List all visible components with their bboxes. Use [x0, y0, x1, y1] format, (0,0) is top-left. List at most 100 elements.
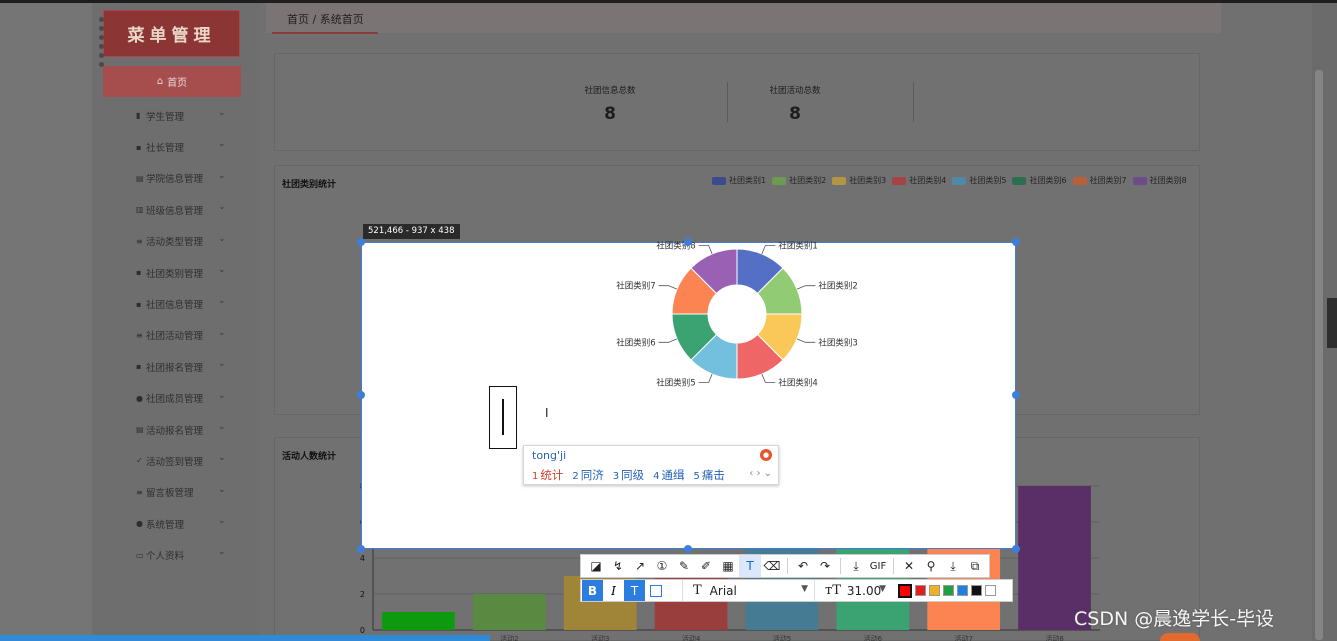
scrollbar-thumb[interactable]	[1315, 70, 1323, 640]
legend-item[interactable]: 社团类别7	[1072, 175, 1127, 186]
breadcrumb[interactable]: 首页 / 系统首页	[287, 11, 364, 27]
page-scrollbar[interactable]	[1312, 3, 1337, 641]
pie-label-line	[658, 338, 678, 343]
gif-button[interactable]: GIF	[867, 555, 889, 577]
chevron-down-icon: ⌄	[218, 516, 226, 527]
resize-handle[interactable]	[357, 545, 365, 553]
legend-item[interactable]: 社团类别3	[832, 175, 886, 186]
ime-candidate[interactable]: 4 通缉	[653, 467, 684, 483]
color-swatch[interactable]	[943, 585, 954, 596]
polyline-tool-icon[interactable]: ↯	[607, 555, 629, 577]
sidebar-item[interactable]: ▤ 活动报名管理 ⌄	[92, 414, 260, 445]
sidebar-item[interactable]: ▭ 个人资料 ⌄	[92, 539, 260, 570]
sidebar-item-label: 社团信息管理	[146, 300, 204, 312]
font-size-select[interactable]: ᴛT 31.00 ▼	[814, 580, 892, 601]
taskbar-progress	[0, 635, 490, 641]
resize-handle[interactable]	[684, 238, 692, 246]
chart-legend: 社团类别1 社团类别2 社团类别3 社团类别4 社团类别5 社团类别6 社团类别7 社团类别8	[712, 175, 1187, 186]
resize-handle[interactable]	[684, 545, 692, 553]
resize-handle[interactable]	[1012, 391, 1020, 399]
sidebar-item[interactable]: ✓ 活动签到管理 ⌄	[92, 445, 260, 476]
bar[interactable]	[382, 612, 455, 630]
pin-icon[interactable]: ⚲	[920, 555, 942, 577]
color-swatch[interactable]	[985, 585, 996, 596]
sidebar-item[interactable]: ▥ 班级信息管理 ⌄	[92, 194, 260, 225]
sidebar-item[interactable]: ▪ 社团报名管理 ⌄	[92, 351, 260, 382]
resize-handle[interactable]	[1012, 238, 1020, 246]
text-style-button[interactable]: T	[624, 580, 645, 601]
legend-item[interactable]: 社团类别2	[772, 175, 826, 186]
color-swatch[interactable]	[898, 583, 912, 598]
ime-candidate[interactable]: 5 痛击	[694, 467, 725, 483]
text-background-button[interactable]	[645, 580, 666, 601]
ime-candidate[interactable]: 1 统计	[532, 467, 563, 483]
sidebar-item[interactable]: ≡ 留言板管理 ⌄	[92, 477, 260, 508]
sidebar-item[interactable]: ● 社团成员管理 ⌄	[92, 383, 260, 414]
copy-icon[interactable]: ⧉	[964, 555, 986, 577]
sidebar-item[interactable]: ≡ 社团活动管理 ⌄	[92, 320, 260, 351]
text-input-box[interactable]	[489, 386, 517, 449]
number-tool-icon[interactable]: ①	[651, 555, 673, 577]
legend-item[interactable]: 社团类别6	[1012, 175, 1067, 186]
legend-swatch	[952, 176, 967, 185]
color-swatch[interactable]	[915, 585, 926, 596]
highlighter-tool-icon[interactable]: ✐	[695, 555, 717, 577]
sidebar-item[interactable]: ▪ 社长管理 ⌄	[92, 131, 260, 162]
font-family-select[interactable]: T Arial ▼	[682, 580, 814, 601]
sidebar-item-label: 活动签到管理	[146, 456, 204, 468]
pie-label-line	[796, 285, 816, 290]
ime-candidate[interactable]: 2 同济	[572, 467, 603, 483]
close-icon[interactable]: ✕	[898, 555, 920, 577]
sidebar-item[interactable]: ▪ 社团类别管理 ⌄	[92, 257, 260, 288]
color-swatch[interactable]	[929, 585, 940, 596]
long-screenshot-icon[interactable]: ⤓	[845, 555, 867, 577]
sidebar-item[interactable]: ▤ 学院信息管理 ⌄	[92, 163, 260, 194]
pie-label-line	[698, 245, 713, 255]
pie-label-line	[761, 245, 776, 255]
arrow-tool-icon[interactable]: ↗	[629, 555, 651, 577]
sidebar-item[interactable]: ● 系统管理 ⌄	[92, 508, 260, 539]
legend-item[interactable]: 社团类别8	[1132, 175, 1187, 186]
shape-tool-icon[interactable]: ◪	[585, 555, 607, 577]
chevron-down-icon: ⌄	[218, 233, 226, 244]
legend-item[interactable]: 社团类别4	[892, 175, 946, 186]
legend-label: 社团类别7	[1089, 176, 1127, 185]
legend-label: 社团类别8	[1149, 176, 1187, 185]
sidebar-item[interactable]: ▮ 学生管理 ⌄	[92, 100, 260, 131]
resize-handle[interactable]	[357, 391, 365, 399]
stat-activity-total: 社团活动总数 8	[735, 84, 855, 124]
ime-page-nav[interactable]: ‹ › ⌄	[749, 468, 772, 479]
legend-label: 社团类别6	[1029, 176, 1067, 185]
bold-button[interactable]: B	[582, 580, 603, 601]
x-tick-label: 活动6	[864, 634, 883, 641]
legend-item[interactable]: 社团类别5	[952, 175, 1006, 186]
pie-label-line	[698, 373, 713, 383]
color-swatch[interactable]	[957, 585, 968, 596]
desktop: 菜单管理 ⌂ 首页 ▮ 学生管理 ⌄ ▪ 社长管理 ⌄ ▤ 学院信息管理 ⌄ ▥ 班级信息管理 ⌄ ≡ 活…	[0, 0, 1337, 641]
ime-candidate[interactable]: 3 同级	[613, 467, 644, 483]
download-icon[interactable]: ⤓	[942, 555, 964, 577]
selection-size-tooltip: 521,466 - 937 x 438	[363, 224, 460, 239]
stat-divider	[727, 82, 728, 122]
stat-label: 社团活动总数	[769, 86, 821, 96]
resize-handle[interactable]	[357, 238, 365, 246]
legend-swatch	[832, 176, 847, 185]
sidebar-item-label: 留言板管理	[146, 488, 194, 500]
legend-item[interactable]: 社团类别1	[712, 175, 766, 186]
side-scrollbar[interactable]	[1327, 298, 1337, 348]
resize-handle[interactable]	[1012, 545, 1020, 553]
legend-label: 社团类别4	[909, 176, 947, 185]
eraser-tool-icon[interactable]: ⌫	[761, 555, 783, 577]
redo-icon[interactable]: ↷	[814, 555, 836, 577]
mosaic-tool-icon[interactable]: ▦	[717, 555, 739, 577]
sidebar-item[interactable]: ▪ 社团信息管理 ⌄	[92, 288, 260, 319]
sidebar-item-home[interactable]: ⌂ 首页	[103, 66, 241, 97]
color-swatch[interactable]	[971, 585, 982, 596]
check-icon: ✓	[136, 456, 143, 466]
bar[interactable]	[472, 594, 546, 630]
undo-icon[interactable]: ↶	[792, 555, 814, 577]
sidebar-item[interactable]: ≡ 活动类型管理 ⌄	[92, 226, 260, 257]
pen-tool-icon[interactable]: ✎	[673, 555, 695, 577]
text-tool-icon[interactable]: T	[739, 555, 761, 577]
italic-button[interactable]: I	[603, 580, 624, 601]
